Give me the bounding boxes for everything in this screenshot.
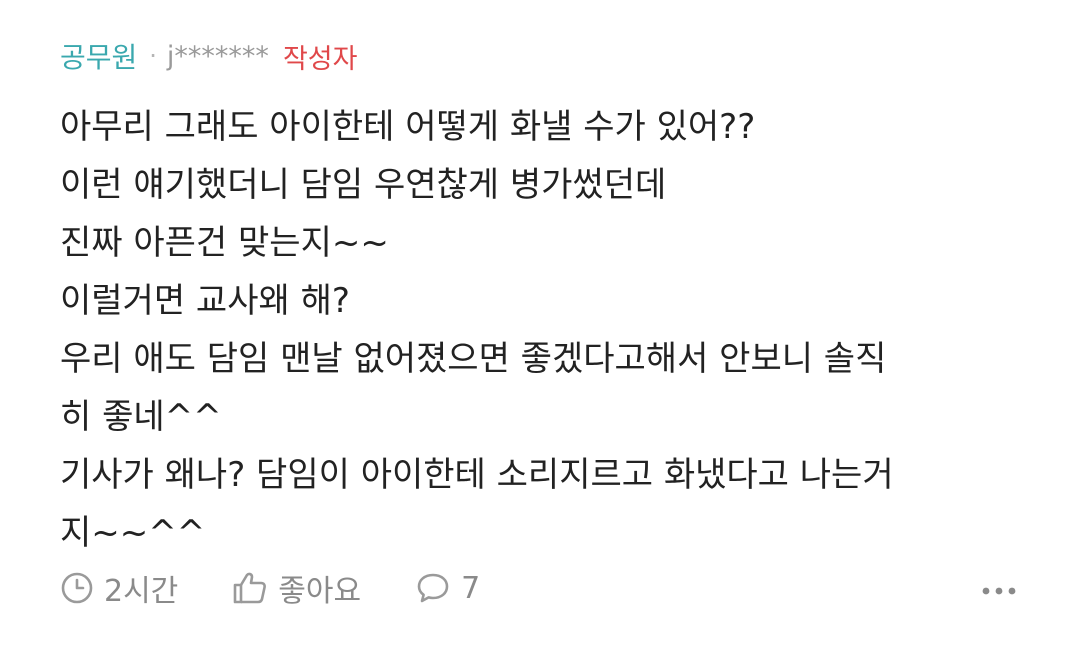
reply-count: 7	[461, 570, 481, 606]
author-occupation[interactable]: 공무원	[60, 36, 137, 76]
timestamp: 2시간	[60, 566, 178, 610]
comment-line: 히 좋네^^	[60, 397, 222, 437]
comment-line: 지~~^^	[60, 513, 206, 553]
comment-header: 공무원 · j******* 작성자	[60, 36, 1079, 76]
comment-line: 아무리 그래도 아이한테 어떻게 화낼 수가 있어??	[60, 107, 756, 147]
comment-line: 우리 애도 담임 맨날 없어졌으면 좋겠다고해서 안보니 솔직	[60, 339, 887, 379]
comment-footer: 2시간 좋아요 7	[60, 566, 1019, 610]
like-button[interactable]: 좋아요	[232, 566, 361, 610]
comment-line: 진짜 아픈건 맞는지~~	[60, 223, 389, 263]
clock-icon	[60, 571, 94, 605]
comment-line: 이런 얘기했더니 담임 우연찮게 병가썼던데	[60, 165, 667, 205]
time-label: 2시간	[104, 574, 179, 609]
thumbs-up-icon	[232, 571, 268, 605]
separator-dot: ·	[149, 42, 157, 70]
writer-badge: 작성자	[282, 43, 358, 75]
comment-line: 기사가 왜나? 담임이 아이한테 소리지르고 화냈다고 나는거	[60, 455, 894, 495]
reply-button[interactable]: 7	[415, 571, 480, 606]
comment-body: 아무리 그래도 아이한테 어떻게 화낼 수가 있어?? 이런 얘기했더니 담임 …	[60, 98, 1020, 562]
more-dots-icon[interactable]	[979, 576, 1019, 600]
like-label: 좋아요	[278, 574, 362, 609]
comment-line: 이럴거면 교사왜 해?	[60, 281, 350, 321]
speech-bubble-icon	[415, 571, 451, 605]
comment-card: 공무원 · j******* 작성자 아무리 그래도 아이한테 어떻게 화낼 수…	[0, 0, 1079, 647]
author-nickname[interactable]: j*******	[167, 41, 269, 72]
